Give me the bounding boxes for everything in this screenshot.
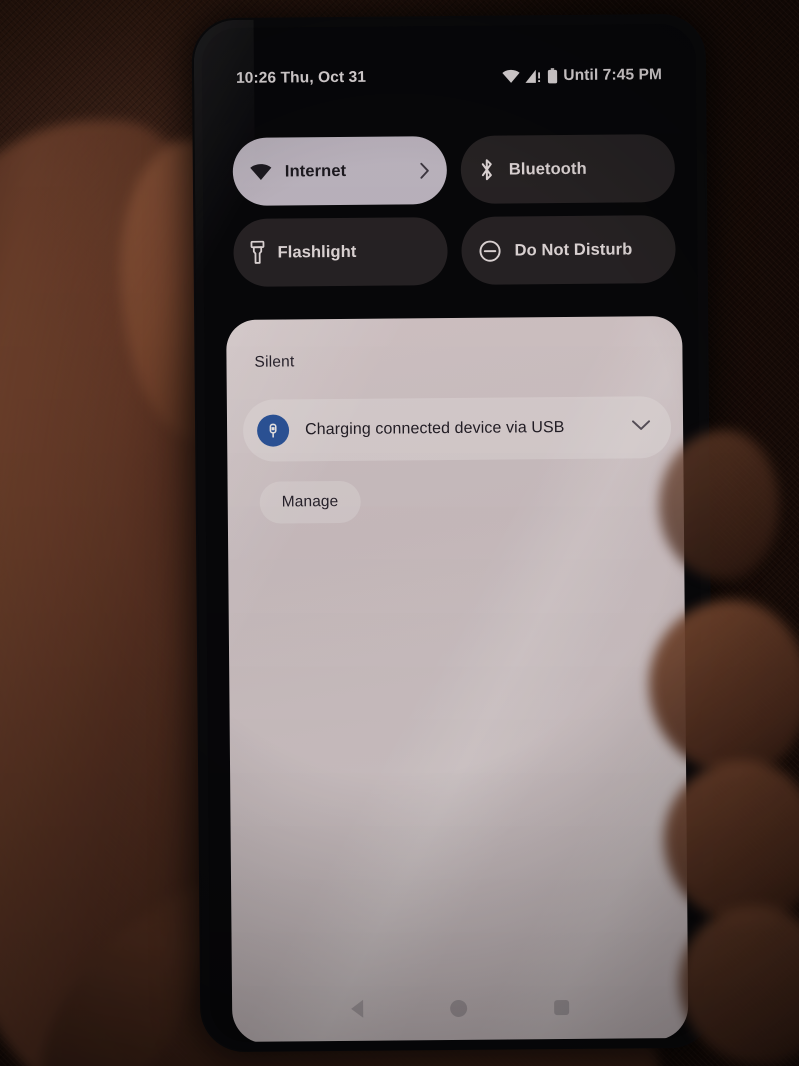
status-bar-clock-date: 10:26 Thu, Oct 31 (235, 68, 367, 87)
quick-tile-flashlight[interactable]: Flashlight (233, 217, 448, 287)
home-icon[interactable] (450, 999, 468, 1017)
quick-tile-internet[interactable]: Internet (232, 136, 448, 206)
notification-section-header: Silent (254, 353, 295, 371)
battery-icon (547, 68, 558, 84)
quick-tile-label: Internet (284, 161, 347, 180)
status-bar: 10:26 Thu, Oct 31 Until 7:45 PM (202, 66, 696, 88)
notification-title: Charging connected device via USB (305, 419, 565, 439)
quick-tile-label: Bluetooth (508, 159, 587, 178)
quick-tile-do-not-disturb[interactable]: Do Not Disturb (461, 215, 676, 285)
bluetooth-icon (478, 158, 496, 182)
quick-tile-label: Flashlight (277, 242, 357, 262)
recents-icon[interactable] (553, 999, 569, 1015)
flashlight-icon (250, 240, 265, 265)
quick-settings-tiles: Internet Bluetooth Flashlight Do Not Dis… (232, 134, 676, 287)
phone-screen: 10:26 Thu, Oct 31 Until 7:45 PM Internet… (201, 23, 705, 1043)
navigation-bar (232, 986, 688, 1030)
chevron-right-icon[interactable] (420, 162, 430, 179)
notification-shade-panel: Silent Charging connected device via USB (226, 315, 689, 1043)
notification-item-usb-charging[interactable]: Charging connected device via USB (242, 396, 672, 462)
chevron-down-icon[interactable] (631, 418, 651, 436)
cellular-signal-alert-icon (525, 69, 542, 83)
manage-notifications-button[interactable]: Manage (259, 480, 361, 524)
battery-estimate-label: Until 7:45 PM (563, 66, 663, 85)
back-icon[interactable] (351, 999, 364, 1018)
manage-button-label: Manage (281, 492, 339, 511)
do-not-disturb-icon (478, 239, 501, 262)
photo-scene: 10:26 Thu, Oct 31 Until 7:45 PM Internet… (0, 0, 799, 1066)
usb-icon (256, 414, 290, 447)
wifi-icon (502, 69, 520, 83)
wifi-icon (250, 163, 272, 180)
phone-device: 10:26 Thu, Oct 31 Until 7:45 PM Internet… (193, 15, 713, 1051)
quick-tile-bluetooth[interactable]: Bluetooth (460, 134, 676, 204)
quick-tile-label: Do Not Disturb (514, 239, 633, 259)
status-bar-icons: Until 7:45 PM (502, 66, 662, 85)
